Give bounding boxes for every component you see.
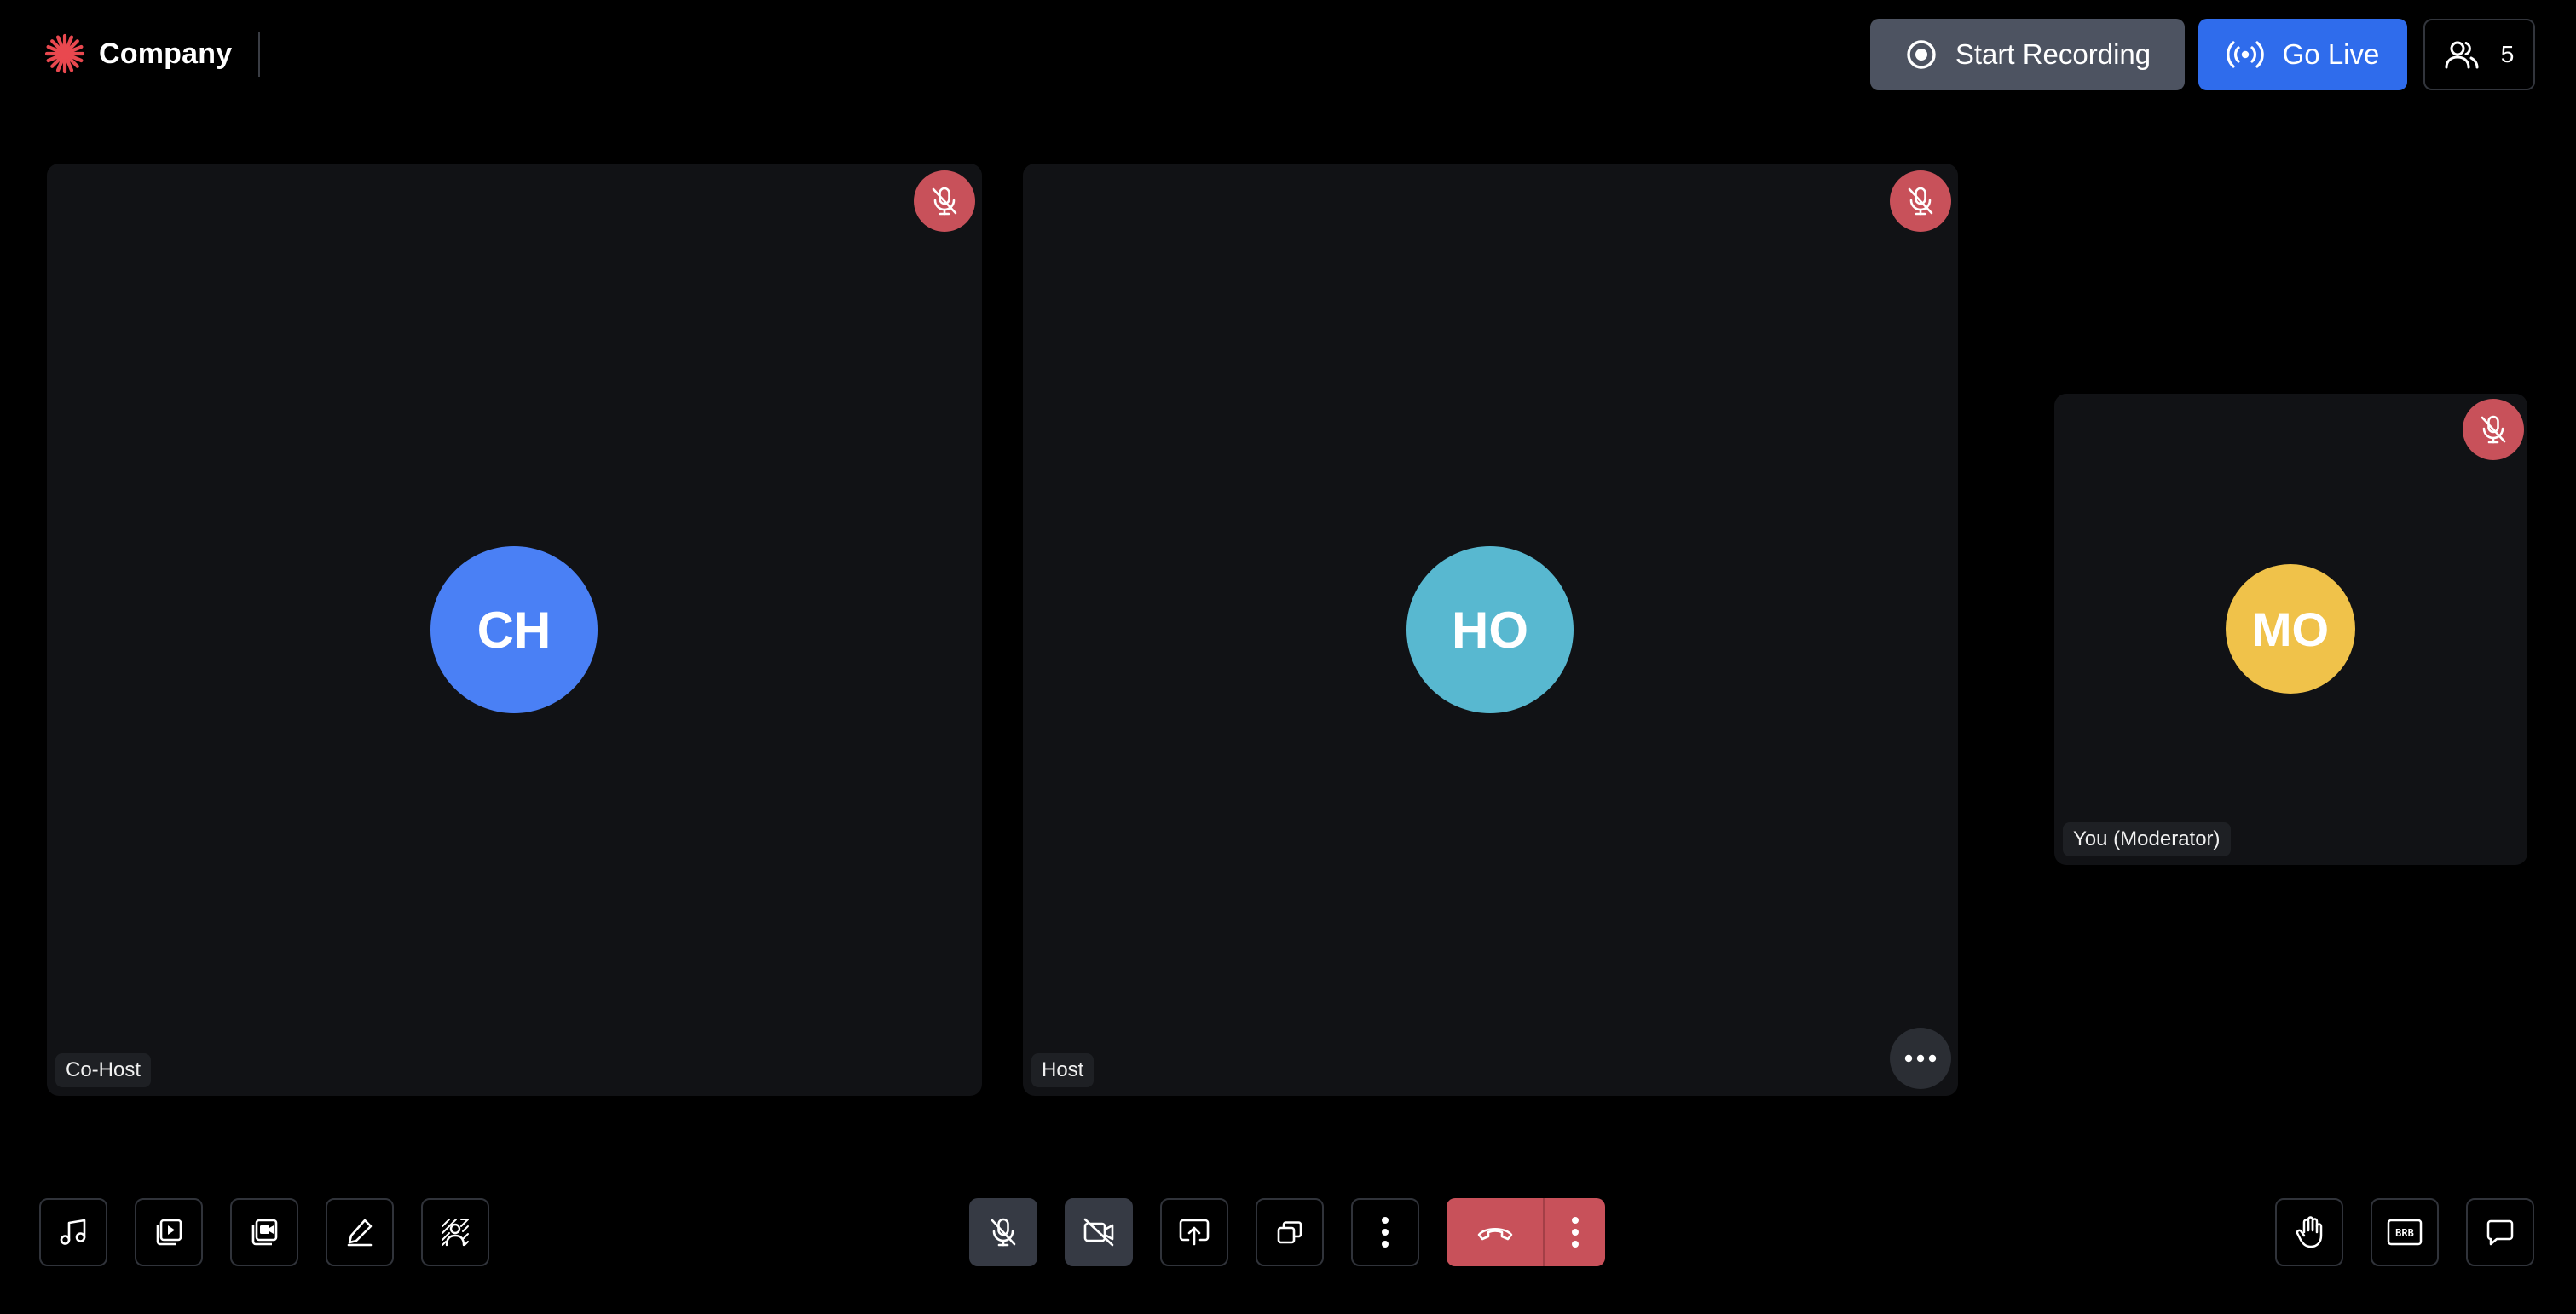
raise-hand-button[interactable]: [2275, 1198, 2343, 1266]
media-library-button[interactable]: [230, 1198, 298, 1266]
hang-up-icon: [1477, 1227, 1512, 1241]
participant-tile-host[interactable]: HO Host: [1023, 164, 1958, 1096]
participants-count: 5: [2500, 41, 2515, 67]
chat-icon: [2486, 1219, 2514, 1246]
music-button[interactable]: [39, 1198, 107, 1266]
go-live-label: Go Live: [2282, 38, 2380, 70]
start-recording-label: Start Recording: [1955, 38, 2151, 70]
avatar-initials: MO: [2251, 602, 2330, 656]
mic-off-icon: [932, 187, 957, 216]
svg-text:BRB: BRB: [2395, 1227, 2414, 1239]
participant-name-tag: Host: [1031, 1053, 1095, 1087]
leave-options-button[interactable]: [1545, 1198, 1605, 1266]
media-library-icon: [251, 1219, 278, 1246]
participant-name-tag: You (Moderator): [2063, 822, 2231, 856]
avatar: MO: [2226, 564, 2355, 694]
mic-off-icon: [1908, 187, 1933, 216]
start-recording-button[interactable]: Start Recording: [1870, 19, 2185, 90]
leave-call-group: [1447, 1198, 1605, 1266]
more-vertical-icon: [1571, 1217, 1579, 1248]
users-icon: [2445, 41, 2479, 69]
avatar: CH: [430, 546, 598, 713]
participant-name-tag: Co-Host: [55, 1053, 152, 1087]
tile-more-button[interactable]: [1890, 1028, 1951, 1089]
participant-tile-cohost[interactable]: CH Co-Host: [47, 164, 982, 1096]
muted-badge: [1890, 170, 1951, 232]
record-circle-icon: [1907, 40, 1936, 69]
virtual-background-button[interactable]: [421, 1198, 489, 1266]
more-options-button[interactable]: [1351, 1198, 1419, 1266]
play-video-button[interactable]: [135, 1198, 203, 1266]
more-horizontal-icon: [1904, 1054, 1937, 1063]
raise-hand-icon: [2296, 1216, 2323, 1248]
mic-off-icon: [991, 1218, 1016, 1247]
share-screen-button[interactable]: [1160, 1198, 1228, 1266]
play-video-icon: [156, 1219, 182, 1246]
participant-tile-moderator[interactable]: MO You (Moderator): [2054, 394, 2527, 865]
microphone-toggle-button[interactable]: [969, 1198, 1037, 1266]
go-live-button[interactable]: Go Live: [2198, 19, 2407, 90]
mic-off-icon: [2481, 415, 2506, 444]
layout-icon: [1277, 1221, 1302, 1244]
more-vertical-icon: [1382, 1217, 1389, 1248]
top-bar: Company Start Recording Go Live 5: [0, 0, 2576, 107]
brb-icon: BRB: [2387, 1219, 2423, 1246]
muted-badge: [2463, 399, 2524, 460]
layout-button[interactable]: [1256, 1198, 1324, 1266]
broadcast-icon: [2226, 41, 2264, 68]
pen-icon: [347, 1219, 373, 1247]
share-screen-icon: [1179, 1219, 1210, 1246]
avatar-initials: HO: [1452, 601, 1528, 659]
brand-name: Company: [99, 37, 233, 70]
chat-button[interactable]: [2466, 1198, 2534, 1266]
video-off-icon: [1083, 1218, 1114, 1247]
leave-call-button[interactable]: [1447, 1198, 1543, 1266]
whiteboard-button[interactable]: [326, 1198, 394, 1266]
music-icon: [60, 1219, 86, 1245]
sunburst-logo-icon: [44, 33, 85, 74]
brand: Company: [44, 32, 232, 75]
virtual-background-icon: [442, 1219, 469, 1247]
avatar: HO: [1406, 546, 1574, 713]
header-divider: [258, 32, 260, 77]
camera-toggle-button[interactable]: [1065, 1198, 1133, 1266]
brb-button[interactable]: BRB: [2371, 1198, 2439, 1266]
participants-button[interactable]: 5: [2423, 19, 2535, 90]
muted-badge: [914, 170, 975, 232]
bottom-toolbar: BRB: [0, 1193, 2576, 1270]
avatar-initials: CH: [477, 601, 552, 659]
